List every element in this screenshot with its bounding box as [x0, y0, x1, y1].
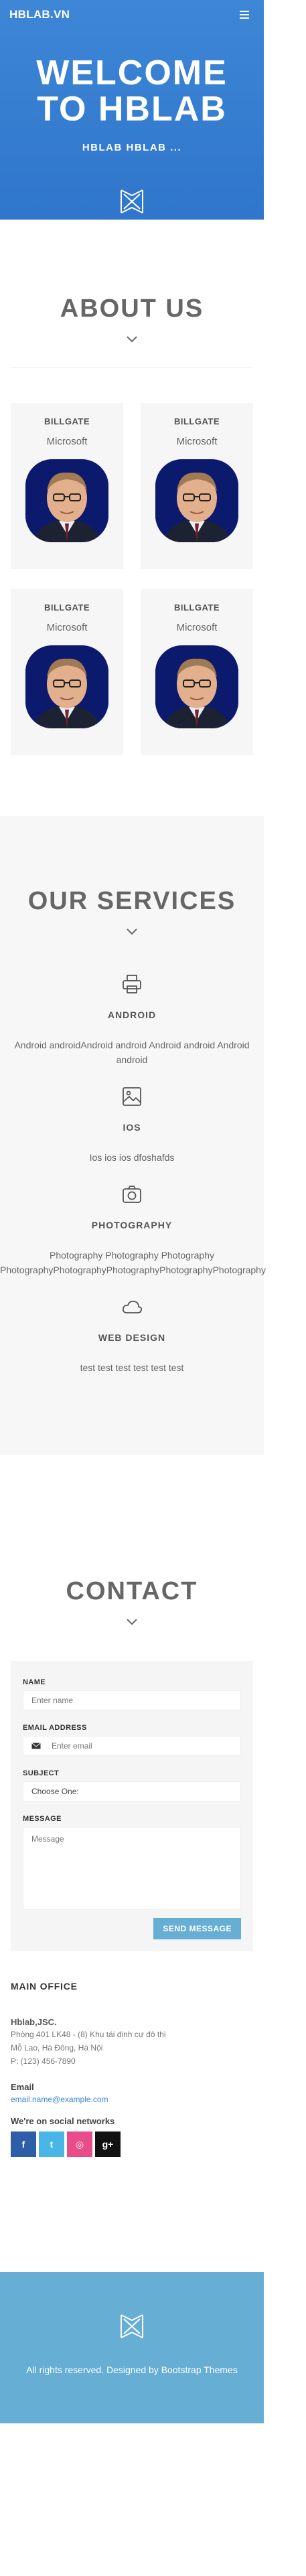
services-list: ANDROID Android androidAndroid android A… — [0, 936, 266, 1375]
member-avatar — [25, 459, 108, 542]
chevron-down-icon — [127, 1619, 137, 1625]
team-grid: BILLGATE Microsoft BILLGATE Microsoft BI… — [0, 368, 264, 755]
member-company: Microsoft — [46, 622, 88, 633]
message-placeholder: Message — [31, 1834, 64, 1844]
image-icon — [123, 1087, 141, 1106]
office-org: Hblab,JSC. — [11, 2017, 57, 2027]
social-heading: We're on social networks — [11, 2116, 115, 2126]
hero-section: HBLAB.VN WELCOME TO HBLAB HBLAB HBLAB ..… — [0, 0, 264, 220]
contact-section: CONTACT NAME Enter name EMAIL ADDRESS En… — [0, 1455, 264, 2157]
about-title: ABOUT US — [60, 295, 204, 323]
twitter-icon[interactable]: t — [39, 2131, 64, 2157]
service-item: WEB DESIGN test test test test test test — [0, 1296, 264, 1375]
subject-value: Choose One: — [31, 1787, 79, 1796]
copyright-text: All rights reserved. Designed by Bootstr… — [26, 2364, 238, 2375]
email-heading: Email — [11, 2082, 34, 2092]
service-title: IOS — [123, 1122, 141, 1133]
message-textarea[interactable]: Message — [23, 1827, 241, 1910]
subject-label: SUBJECT — [23, 1769, 60, 1777]
name-label: NAME — [23, 1678, 46, 1686]
member-name: BILLGATE — [44, 416, 90, 426]
services-title: OUR SERVICES — [27, 887, 236, 915]
navbar: HBLAB.VN — [0, 0, 264, 29]
hblab-logo-icon[interactable] — [119, 187, 145, 216]
member-company: Microsoft — [46, 436, 88, 447]
email-link[interactable]: email.name@example.com — [11, 2095, 253, 2104]
office-phone: P: (123) 456-7890 — [11, 2057, 76, 2066]
page: HBLAB.VN WELCOME TO HBLAB HBLAB HBLAB ..… — [0, 0, 306, 2423]
team-card: BILLGATE Microsoft — [11, 403, 123, 569]
service-title: PHOTOGRAPHY — [91, 1220, 173, 1230]
name-placeholder: Enter name — [31, 1696, 74, 1705]
envelope-icon — [31, 1743, 41, 1749]
chevron-down-icon — [127, 929, 137, 935]
hblab-logo-icon[interactable] — [119, 2312, 145, 2340]
message-label: MESSAGE — [23, 1815, 62, 1823]
printer-icon — [123, 975, 141, 993]
facebook-icon[interactable]: f — [11, 2131, 36, 2157]
about-section: ABOUT US BILLGATE Microsoft BILLGATE Mic… — [0, 220, 264, 815]
member-avatar — [155, 459, 238, 542]
service-title: WEB DESIGN — [98, 1332, 166, 1343]
cloud-icon — [122, 1300, 143, 1313]
hero-title-line2: TO HBLAB — [37, 90, 227, 129]
hamburger-icon[interactable] — [237, 9, 252, 20]
footer: All rights reserved. Designed by Bootstr… — [0, 2272, 264, 2423]
office-address-line1: Phòng 401 LK48 - (8) Khu tái định cư đô … — [11, 2030, 166, 2039]
send-message-button[interactable]: SEND MESSAGE — [153, 1918, 241, 1939]
service-item: ANDROID Android androidAndroid android A… — [0, 973, 264, 1067]
service-item: PHOTOGRAPHY Photography Photography Phot… — [0, 1184, 266, 1277]
contact-form: NAME Enter name EMAIL ADDRESS Enter emai… — [11, 1661, 253, 1951]
service-desc: Android androidAndroid android Android a… — [14, 1040, 250, 1065]
member-name: BILLGATE — [173, 602, 220, 613]
name-input[interactable]: Enter name — [23, 1690, 241, 1710]
hero-subtitle: HBLAB HBLAB ... — [82, 142, 182, 153]
services-section: OUR SERVICES ANDROID Android androidAndr… — [0, 816, 266, 1455]
member-name: BILLGATE — [173, 416, 220, 426]
service-desc: test test test test test test — [80, 1362, 184, 1373]
team-card: BILLGATE Microsoft — [141, 589, 253, 755]
office-heading: MAIN OFFICE — [11, 1981, 78, 1992]
member-avatar — [155, 645, 238, 728]
contact-title: CONTACT — [66, 1577, 198, 1605]
chevron-down-icon — [127, 336, 137, 343]
member-name: BILLGATE — [44, 602, 90, 613]
service-title: ANDROID — [107, 1010, 157, 1020]
hero-title-line1: WELCOME — [36, 54, 228, 92]
team-card: BILLGATE Microsoft — [141, 403, 253, 569]
team-card: BILLGATE Microsoft — [11, 589, 123, 755]
social-links: f t ◎ g+ — [11, 2131, 253, 2157]
hero-title: WELCOME TO HBLAB — [0, 55, 264, 127]
dribbble-icon[interactable]: ◎ — [67, 2131, 92, 2157]
camera-icon — [123, 1186, 141, 1203]
email-placeholder: Enter email — [52, 1741, 92, 1751]
email-label: EMAIL ADDRESS — [23, 1724, 87, 1732]
main-office: MAIN OFFICE Hblab,JSC. Phòng 401 LK48 - … — [0, 1951, 264, 2157]
brand-logo-text[interactable]: HBLAB.VN — [9, 8, 70, 21]
service-desc: Photography Photography Photography Phot… — [0, 1250, 266, 1275]
subject-select[interactable]: Choose One: — [23, 1781, 241, 1801]
service-item: IOS Ios ios ios dfoshafds — [0, 1086, 264, 1165]
member-company: Microsoft — [176, 622, 218, 633]
office-address-line2: Mỗ Lao, Hà Đông, Hà Nội — [11, 2043, 103, 2052]
service-desc: Ios ios ios dfoshafds — [89, 1152, 175, 1163]
google-plus-icon[interactable]: g+ — [95, 2131, 121, 2157]
member-company: Microsoft — [176, 436, 218, 447]
member-avatar — [25, 645, 108, 728]
email-input[interactable]: Enter email — [23, 1736, 241, 1756]
